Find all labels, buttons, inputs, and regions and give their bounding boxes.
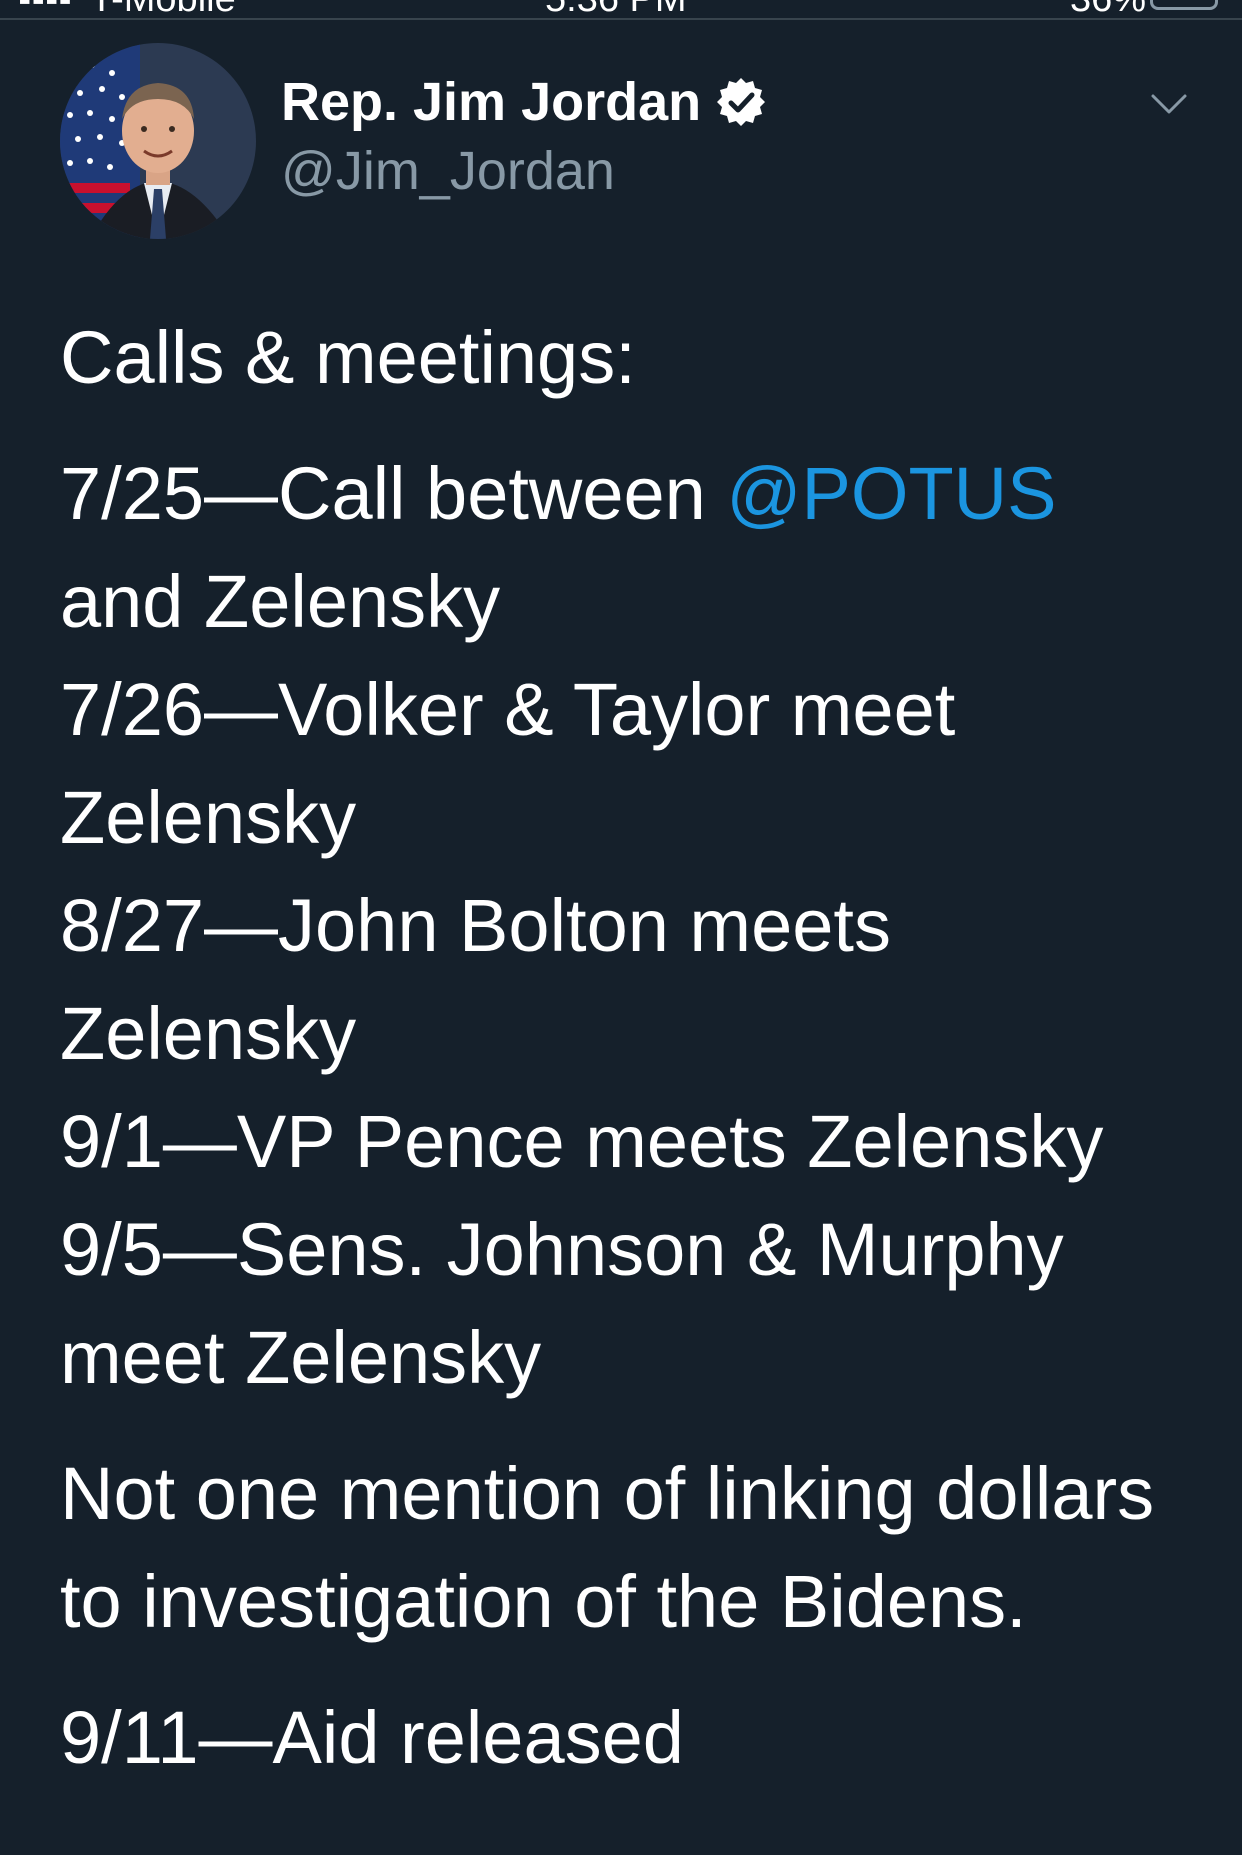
tweet-line: and Zelensky (60, 560, 501, 643)
tweet-line: 9/5—Sens. Johnson & Murphy (60, 1208, 1064, 1291)
clock-label: 5:36 PM (545, 0, 687, 18)
tweet-text: Calls & meetings: 7/25—Call between @POT… (60, 304, 1200, 1792)
tweet-line: 7/25—Call between @POTUS (60, 440, 1200, 548)
tweet-line: Zelensky (60, 992, 357, 1075)
tweet-line: 9/1—VP Pence meets Zelensky (60, 1100, 1104, 1183)
status-bar: ▪▪▪▪ T-Mobile 5:36 PM 36% (0, 0, 1242, 20)
carrier-label: T-Mobile (90, 0, 236, 18)
signal-icon: ▪▪▪▪ (18, 0, 72, 18)
author-name-row[interactable]: Rep. Jim Jordan (281, 72, 767, 132)
tweet-heading: Calls & meetings: (60, 316, 636, 399)
author-display-name[interactable]: Rep. Jim Jordan (281, 71, 701, 133)
verified-badge-icon (717, 78, 766, 126)
tweet-line: 7/26—Volker & Taylor meet (60, 668, 956, 751)
chevron-down-icon[interactable] (1150, 92, 1188, 118)
tweet-line: Zelensky (60, 776, 357, 859)
tweet-line: meet Zelensky (60, 1316, 542, 1399)
avatar[interactable] (60, 43, 256, 239)
battery-icon (1150, 0, 1218, 10)
battery-percent: 36% (1070, 0, 1146, 18)
tweet-line: 8/27—John Bolton meets (60, 884, 891, 967)
author-handle[interactable]: @Jim_Jordan (281, 140, 615, 202)
tweet-line: Not one mention of linking dollars (60, 1452, 1155, 1535)
tweet-line: 9/11—Aid released (60, 1696, 684, 1779)
tweet-line: to investigation of the Bidens. (60, 1560, 1027, 1643)
mention-link[interactable]: @POTUS (726, 452, 1056, 535)
tweet-line-text: 7/25—Call between (60, 452, 727, 535)
